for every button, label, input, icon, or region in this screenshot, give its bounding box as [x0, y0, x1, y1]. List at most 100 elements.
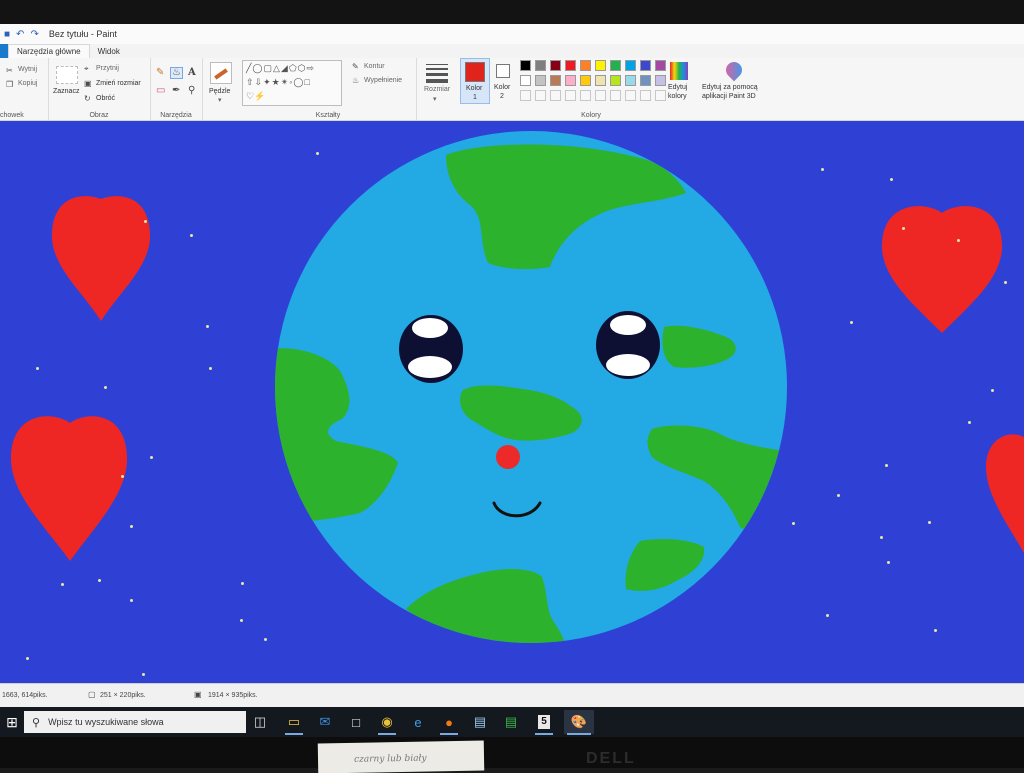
drawing-canvas[interactable]: [0, 121, 1024, 683]
heart-bottom-left: [10, 416, 128, 561]
monitor-bezel-top: [0, 0, 1024, 24]
copy-icon: ❐: [6, 80, 14, 89]
size-button[interactable]: Rozmiar: [424, 86, 450, 93]
edit-colors-label-1[interactable]: Edytuj: [668, 84, 687, 91]
empty-color-slot[interactable]: [595, 90, 606, 101]
color-swatch[interactable]: [550, 60, 561, 71]
brushes-button[interactable]: Pędzle: [209, 88, 230, 95]
copy-button[interactable]: Kopiuj: [18, 80, 37, 87]
edit-colors-label-2[interactable]: kolory: [668, 93, 687, 100]
rotate-icon: ↻: [84, 94, 91, 103]
shapes-row-2-icons: ⇧⇩✦★✴◦◯□: [246, 77, 311, 87]
empty-color-slot[interactable]: [610, 90, 621, 101]
shapes-gallery[interactable]: ╱◯▢△◢⬠⬡⇨ ⇧⇩✦★✴◦◯□ ♡⚡: [242, 60, 342, 106]
color-swatch[interactable]: [655, 75, 666, 86]
firefox-icon[interactable]: ●: [437, 710, 461, 735]
excel-file-icon[interactable]: ▤: [499, 710, 523, 734]
text-icon[interactable]: A: [188, 68, 196, 78]
color-swatch[interactable]: [580, 75, 591, 86]
paint3d-group: Edytuj za pomocą aplikacji Paint 3D: [698, 58, 770, 120]
mail-icon[interactable]: ✉: [313, 710, 337, 734]
title-bar: ■ ↶ ↷ Bez tytułu - Paint: [0, 24, 1024, 44]
empty-color-slot[interactable]: [655, 90, 666, 101]
file-explorer-icon[interactable]: ▭: [282, 710, 306, 735]
color-swatch[interactable]: [595, 60, 606, 71]
empty-color-slot[interactable]: [535, 90, 546, 101]
empty-color-slot[interactable]: [625, 90, 636, 101]
undo-icon[interactable]: ↶: [16, 29, 24, 40]
task-view-icon[interactable]: ◫: [248, 710, 272, 734]
selection-size: 251 × 220piks.: [100, 692, 146, 699]
fill-icon[interactable]: ♨: [170, 67, 183, 79]
fill-button[interactable]: Wypełnienie: [364, 77, 402, 84]
paint3d-label-1[interactable]: Edytuj za pomocą: [702, 84, 758, 91]
color2-swatch: [496, 64, 510, 78]
nose: [496, 445, 520, 469]
color2-number: 2: [500, 93, 504, 100]
cut-button[interactable]: Wytnij: [18, 66, 37, 73]
color-swatch[interactable]: [625, 75, 636, 86]
app-5-icon[interactable]: 5: [532, 710, 556, 735]
windows-start-icon[interactable]: ⊞: [0, 710, 24, 734]
select-button[interactable]: Zaznacz: [53, 88, 79, 95]
empty-color-slot[interactable]: [640, 90, 651, 101]
store-icon[interactable]: □: [344, 710, 368, 734]
color-swatch[interactable]: [550, 75, 561, 86]
star-dot: [880, 536, 883, 539]
star-dot: [968, 421, 971, 424]
eraser-icon[interactable]: ▭: [156, 86, 165, 96]
empty-color-slot[interactable]: [580, 90, 591, 101]
save-icon[interactable]: ■: [4, 29, 10, 40]
select-icon: [56, 66, 78, 84]
brushes-dropdown-icon[interactable]: ▾: [218, 96, 222, 104]
shapes-group-label: Kształty: [315, 112, 341, 119]
color-swatch[interactable]: [520, 60, 531, 71]
color-swatch[interactable]: [610, 75, 621, 86]
color-picker-icon[interactable]: ✒: [172, 86, 180, 96]
redo-icon[interactable]: ↷: [30, 29, 38, 40]
pencil-icon[interactable]: ✎: [156, 68, 164, 78]
star-dot: [206, 325, 209, 328]
empty-color-slot[interactable]: [550, 90, 561, 101]
rotate-button[interactable]: Obróć: [96, 95, 115, 102]
color-swatch[interactable]: [655, 60, 666, 71]
color-swatch[interactable]: [520, 75, 531, 86]
color-swatch[interactable]: [565, 60, 576, 71]
brush-icon: [210, 62, 232, 84]
empty-color-slot[interactable]: [565, 90, 576, 101]
color-swatch[interactable]: [580, 60, 591, 71]
outline-button[interactable]: Kontur: [364, 63, 385, 70]
status-bar: 1663, 614piks. ▢ 251 × 220piks. ▣ 1914 ×…: [0, 683, 1024, 708]
fill-shape-icon: ♨: [352, 76, 360, 85]
edge-icon[interactable]: e: [406, 710, 430, 734]
heart-top-right: [881, 206, 1003, 333]
magnifier-icon[interactable]: ⚲: [188, 86, 195, 96]
quick-access-toolbar: ■ ↶ ↷: [4, 29, 39, 40]
color-swatch[interactable]: [640, 75, 651, 86]
ribbon: ✂ Wytnij ❐ Kopiuj chowek Zaznacz ⌖ Przyt…: [0, 58, 1024, 121]
paint-icon[interactable]: 🎨: [564, 710, 594, 735]
shapes-row-1-icons: ╱◯▢△◢⬠⬡⇨: [246, 63, 316, 73]
color1-button[interactable]: Kolor 1: [460, 58, 490, 104]
color-swatch[interactable]: [625, 60, 636, 71]
file-icon[interactable]: ▤: [468, 710, 492, 734]
color-swatch[interactable]: [535, 60, 546, 71]
tab-home[interactable]: Narzędzia główne: [8, 44, 90, 58]
color2-button[interactable]: Kolor 2: [492, 58, 516, 104]
star-dot: [887, 561, 890, 564]
taskbar-search[interactable]: ⚲ Wpisz tu wyszukiwane słowa: [24, 711, 246, 733]
color-swatch[interactable]: [610, 60, 621, 71]
paint3d-label-2[interactable]: aplikacji Paint 3D: [702, 93, 756, 100]
empty-color-slot[interactable]: [520, 90, 531, 101]
tab-view[interactable]: Widok: [90, 45, 128, 58]
crop-button[interactable]: Przytnij: [96, 65, 119, 72]
color-swatch[interactable]: [535, 75, 546, 86]
color-swatch[interactable]: [640, 60, 651, 71]
color-swatch[interactable]: [565, 75, 576, 86]
file-tab[interactable]: [0, 44, 8, 58]
resize-button[interactable]: Zmień rozmiar: [96, 80, 141, 87]
color-swatch[interactable]: [595, 75, 606, 86]
chrome-icon[interactable]: ◉: [375, 710, 399, 735]
size-dropdown-icon[interactable]: ▾: [433, 95, 437, 103]
brushes-group: Pędzle ▾: [202, 58, 240, 120]
